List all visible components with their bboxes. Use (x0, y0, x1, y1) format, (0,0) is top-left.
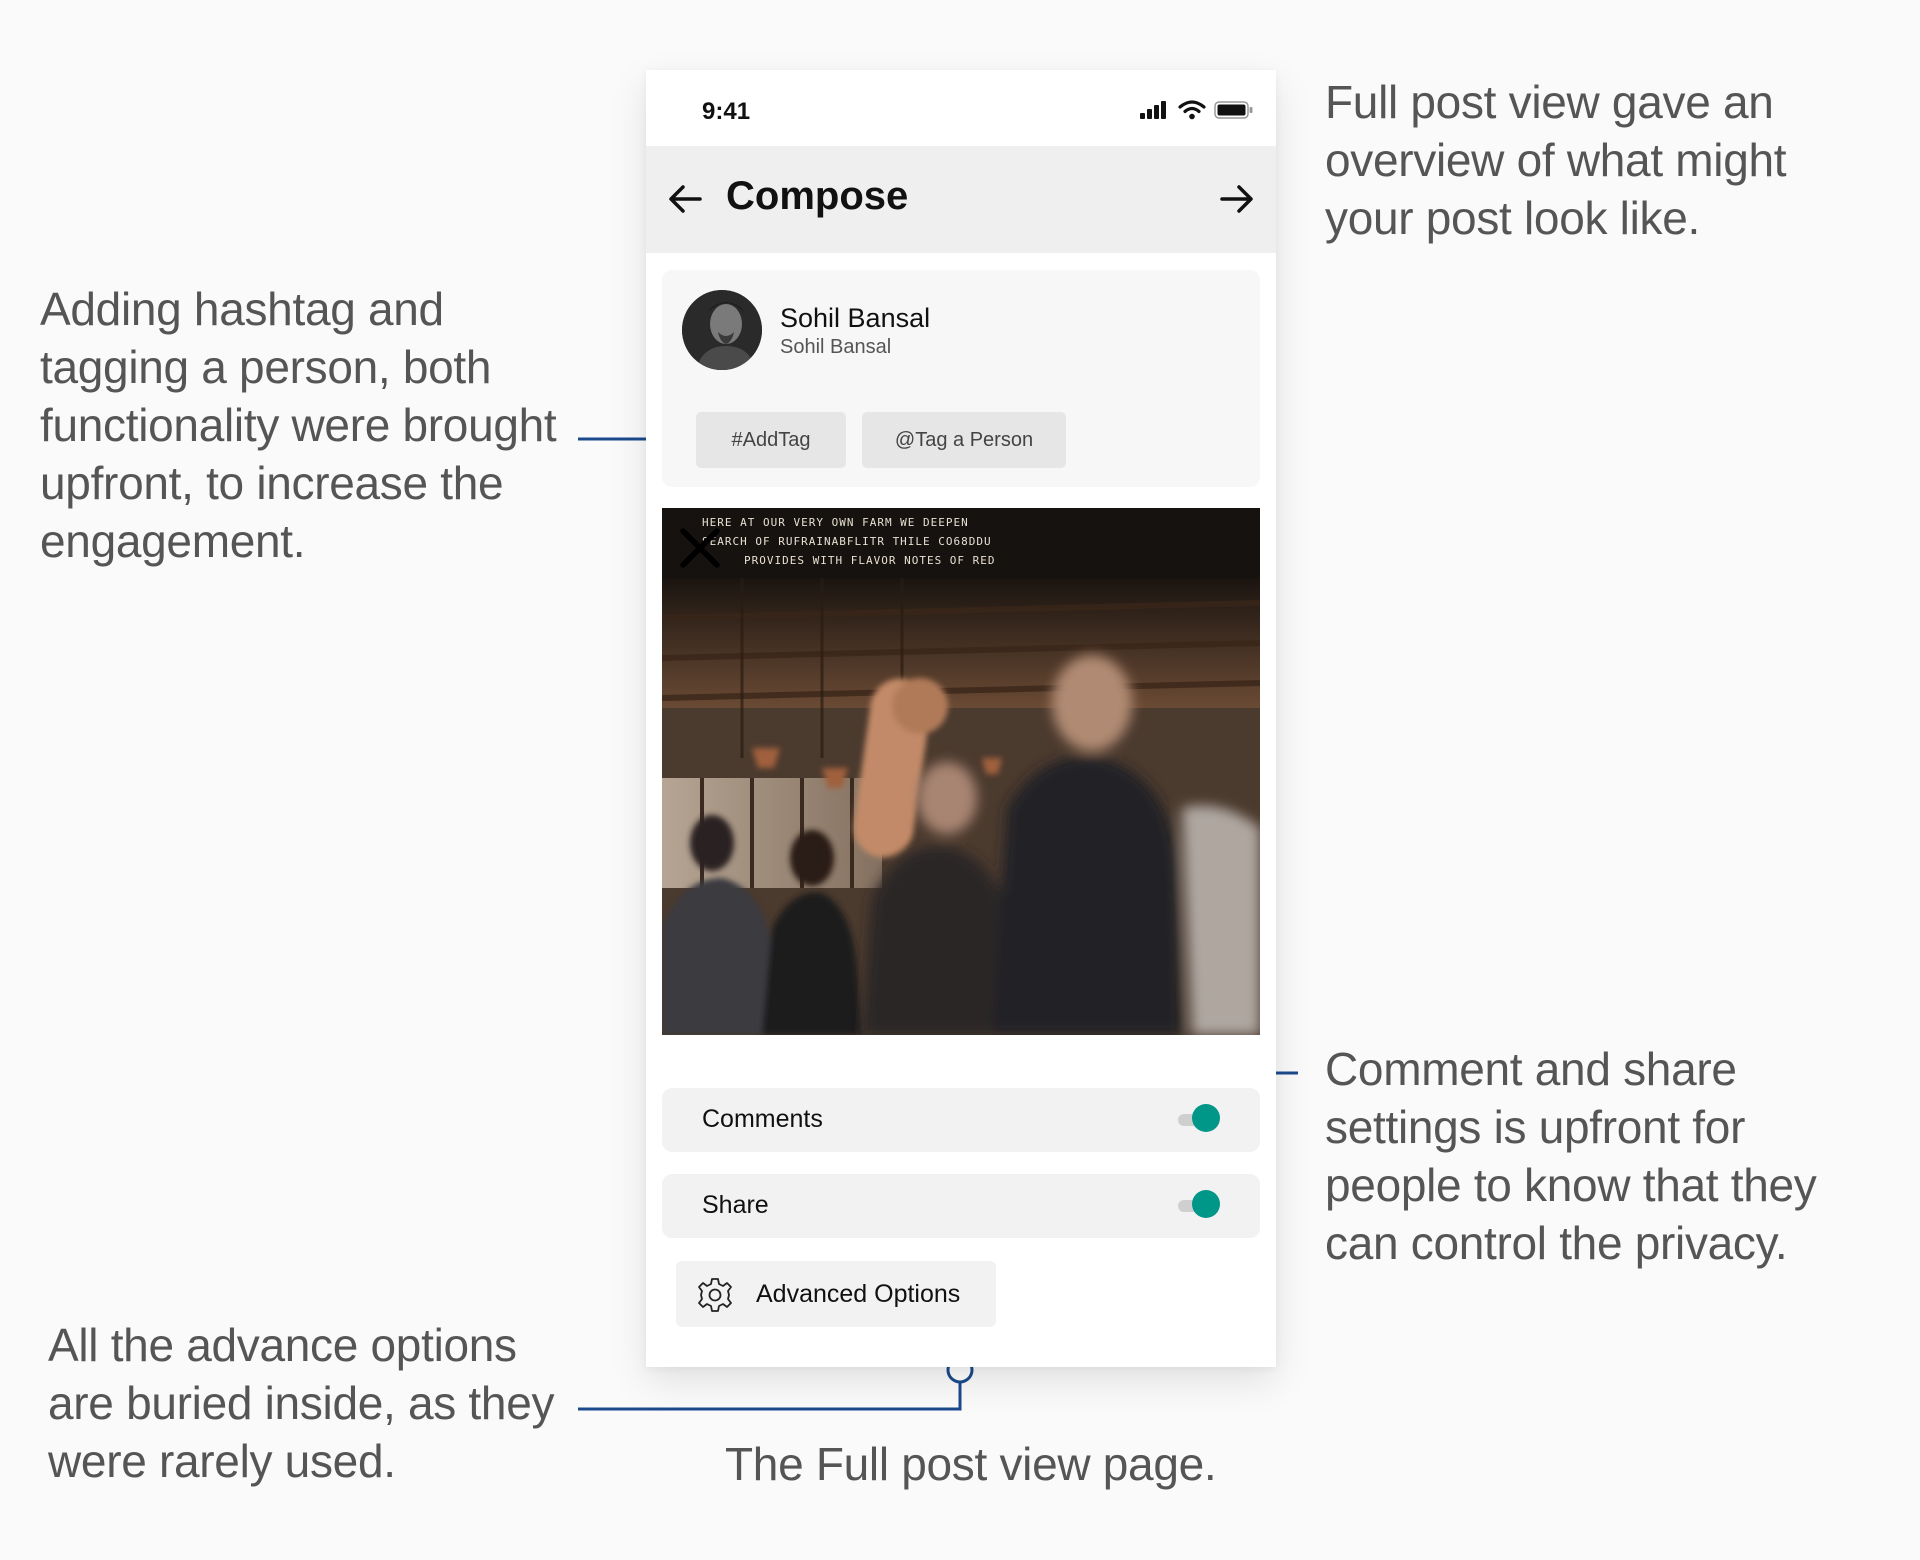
annotation-line: Adding hashtag and (40, 283, 444, 335)
comments-label: Comments (702, 1105, 823, 1133)
annotation-hashtag-tagging: Adding hashtag and tagging a person, bot… (40, 280, 557, 570)
connector-advanced-line (578, 1383, 962, 1411)
status-bar: 9:41 (646, 70, 1276, 146)
phone-mockup: 9:41 Compose Sohil Bansal Sohil Bansal #… (646, 70, 1276, 1367)
advanced-options-button[interactable]: Advanced Options (676, 1261, 996, 1327)
annotation-line: functionality were brought (40, 399, 557, 451)
annotation-line: were rarely used. (48, 1435, 396, 1487)
annotation-line: settings is upfront for (1325, 1101, 1746, 1153)
annotation-line: overview of what might (1325, 134, 1787, 186)
sign-text-line: SEARCH OF RUFRAINABFLITR THILE CO68DDU (702, 535, 992, 548)
annotation-line: tagging a person, both (40, 341, 492, 393)
comments-toggle-row[interactable]: Comments (662, 1088, 1260, 1152)
gear-icon (698, 1278, 732, 1312)
annotation-comment-share: Comment and share settings is upfront fo… (1325, 1040, 1817, 1272)
signal-icon (1140, 101, 1166, 119)
annotation-line: Comment and share (1325, 1043, 1737, 1095)
status-time: 9:41 (702, 98, 751, 125)
status-icons (1140, 100, 1254, 120)
arrow-right-icon[interactable] (1216, 178, 1258, 220)
sign-text-line: HERE AT OUR VERY OWN FARM WE DEEPEN (702, 516, 969, 529)
toggle-knob (1192, 1190, 1220, 1218)
toggle-knob (1192, 1104, 1220, 1132)
page-title: Compose (726, 174, 909, 218)
user-card: Sohil Bansal Sohil Bansal #AddTag @Tag a… (662, 270, 1260, 487)
caption: The Full post view page. (725, 1438, 1217, 1490)
user-handle: Sohil Bansal (780, 336, 892, 358)
advanced-options-label: Advanced Options (756, 1280, 961, 1308)
annotation-advanced-options: All the advance options are buried insid… (48, 1316, 554, 1490)
annotation-line: upfront, to increase the (40, 457, 504, 509)
post-image: HERE AT OUR VERY OWN FARM WE DEEPEN SEAR… (662, 508, 1260, 1035)
add-hashtag-button[interactable]: #AddTag (696, 412, 846, 468)
avatar-portrait (682, 290, 762, 370)
tag-person-button[interactable]: @Tag a Person (862, 412, 1066, 468)
annotation-line: engagement. (40, 515, 306, 567)
close-icon[interactable] (678, 526, 722, 570)
annotation-line: can control the privacy. (1325, 1217, 1788, 1269)
share-label: Share (702, 1191, 769, 1219)
sign-text-line: PROVIDES WITH FLAVOR NOTES OF RED (744, 554, 996, 567)
annotation-line: people to know that they (1325, 1159, 1817, 1211)
arrow-left-icon[interactable] (664, 178, 706, 220)
battery-icon (1214, 101, 1253, 119)
annotation-line: are buried inside, as they (48, 1377, 555, 1429)
wifi-icon (1178, 100, 1206, 120)
share-toggle-row[interactable]: Share (662, 1174, 1260, 1238)
annotation-line: All the advance options (48, 1319, 517, 1371)
avatar (682, 290, 762, 370)
annotation-line: your post look like. (1325, 192, 1700, 244)
annotation-line: Full post view gave an (1325, 76, 1774, 128)
annotation-full-post-view: Full post view gave an overview of what … (1325, 73, 1787, 247)
post-photo: HERE AT OUR VERY OWN FARM WE DEEPEN SEAR… (662, 508, 1260, 1035)
app-bar: Compose (646, 146, 1276, 253)
user-name: Sohil Bansal (780, 303, 931, 333)
share-toggle[interactable] (1178, 1190, 1220, 1218)
comments-toggle[interactable] (1178, 1104, 1220, 1132)
